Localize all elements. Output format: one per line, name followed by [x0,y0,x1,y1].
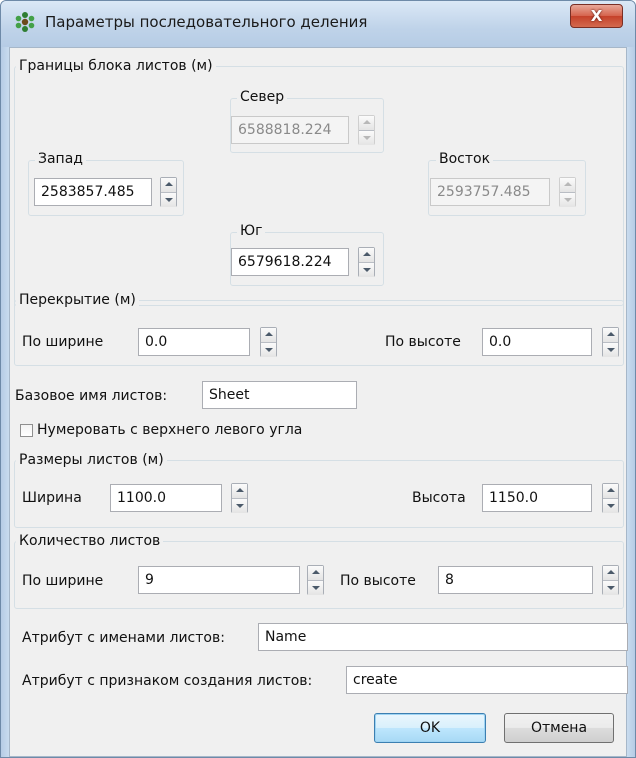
overlap-width-spin-down[interactable] [261,343,276,357]
arrow-up-icon [165,182,173,186]
arrow-up-icon [363,252,371,256]
arrow-down-icon [564,198,572,202]
title-bar[interactable]: Параметры последовательного деления X [1,1,635,47]
cancel-button[interactable]: Отмена [504,713,614,743]
overlap-width-spinner[interactable] [260,327,277,357]
app-cluster-icon [15,12,35,32]
sheet-count-legend: Количество листов [16,532,164,550]
overlap-height-spin-up[interactable] [603,328,618,343]
arrow-down-icon [165,198,173,202]
north-spin-up[interactable] [359,116,374,131]
numbering-checkbox[interactable] [20,424,33,437]
create-attribute-input[interactable]: create [346,666,628,694]
arrow-down-icon [363,268,371,272]
ok-button[interactable]: OK [374,713,486,743]
count-width-label: По ширине [22,573,104,589]
count-width-spin-up[interactable] [308,566,323,581]
count-height-spin-up[interactable] [603,566,618,581]
overlap-legend: Перекрытие (м) [16,291,139,309]
north-label: Север [237,88,288,106]
base-name-label: Базовое имя листов: [15,388,168,404]
sheet-height-spin-down[interactable] [603,499,618,513]
east-label: Восток [436,150,494,168]
west-input[interactable]: 2583857.485 [34,178,152,206]
count-width-spin-down[interactable] [308,581,323,595]
arrow-up-icon [265,332,273,336]
name-attribute-input[interactable]: Name [258,623,628,651]
south-spinner[interactable] [358,247,375,277]
west-label: Запад [35,150,86,168]
window-title: Параметры последовательного деления [45,13,368,31]
east-spinner[interactable] [559,177,576,207]
overlap-height-input[interactable]: 0.0 [482,328,592,356]
overlap-width-input[interactable]: 0.0 [138,328,250,356]
count-height-spinner[interactable] [602,565,619,595]
close-icon: X [590,7,603,25]
south-spin-down[interactable] [359,263,374,277]
sheet-width-label: Ширина [22,490,82,506]
arrow-down-icon [607,348,615,352]
arrow-up-icon [607,332,615,336]
west-spin-down[interactable] [161,193,176,207]
dialog-window: Параметры последовательного деления X Гр… [0,0,636,758]
arrow-down-icon [312,586,320,590]
east-spin-down[interactable] [560,193,575,207]
name-attribute-label: Атрибут с именами листов: [22,630,225,646]
arrow-down-icon [607,504,615,508]
sheet-width-spin-up[interactable] [232,484,247,499]
arrow-up-icon [607,570,615,574]
arrow-down-icon [265,348,273,352]
sheet-height-spinner[interactable] [602,483,619,513]
arrow-down-icon [236,504,244,508]
east-spin-up[interactable] [560,178,575,193]
overlap-height-spin-down[interactable] [603,343,618,357]
south-label: Юг [237,222,266,240]
count-height-spin-down[interactable] [603,581,618,595]
arrow-up-icon [363,120,371,124]
overlap-width-label: По ширине [22,334,104,350]
create-attribute-label: Атрибут с признаком создания листов: [22,673,313,689]
arrow-up-icon [312,570,320,574]
west-spin-up[interactable] [161,178,176,193]
base-name-input[interactable]: Sheet [202,381,357,409]
numbering-checkbox-label[interactable]: Нумеровать с верхнего левого угла [37,421,302,439]
south-input[interactable]: 6579618.224 [231,248,349,276]
window-frame-right [627,47,635,757]
sheet-height-spin-up[interactable] [603,484,618,499]
north-spin-down[interactable] [359,131,374,145]
sheet-size-legend: Размеры листов (м) [16,451,167,469]
arrow-up-icon [607,488,615,492]
arrow-down-icon [607,586,615,590]
east-input[interactable]: 2593757.485 [430,178,550,206]
count-width-spinner[interactable] [307,565,324,595]
sheet-width-input[interactable]: 1100.0 [110,484,222,512]
sheet-height-input[interactable]: 1150.0 [482,484,592,512]
overlap-height-spinner[interactable] [602,327,619,357]
close-button[interactable]: X [570,4,623,28]
arrow-up-icon [236,488,244,492]
sheet-height-label: Высота [412,490,466,506]
count-width-input[interactable]: 9 [138,566,300,594]
arrow-down-icon [363,136,371,140]
dialog-client-area: Границы блока листов (м) Север 6588818.2… [9,47,628,757]
window-frame-left [1,47,9,757]
bounds-group-legend: Границы блока листов (м) [16,57,216,75]
north-spinner[interactable] [358,115,375,145]
south-spin-up[interactable] [359,248,374,263]
count-height-input[interactable]: 8 [438,566,593,594]
north-input[interactable]: 6588818.224 [231,116,349,144]
overlap-height-label: По высоте [385,334,461,350]
sheet-width-spin-down[interactable] [232,499,247,513]
west-spinner[interactable] [160,177,177,207]
overlap-width-spin-up[interactable] [261,328,276,343]
count-height-label: По высоте [340,573,416,589]
arrow-up-icon [564,182,572,186]
sheet-width-spinner[interactable] [231,483,248,513]
